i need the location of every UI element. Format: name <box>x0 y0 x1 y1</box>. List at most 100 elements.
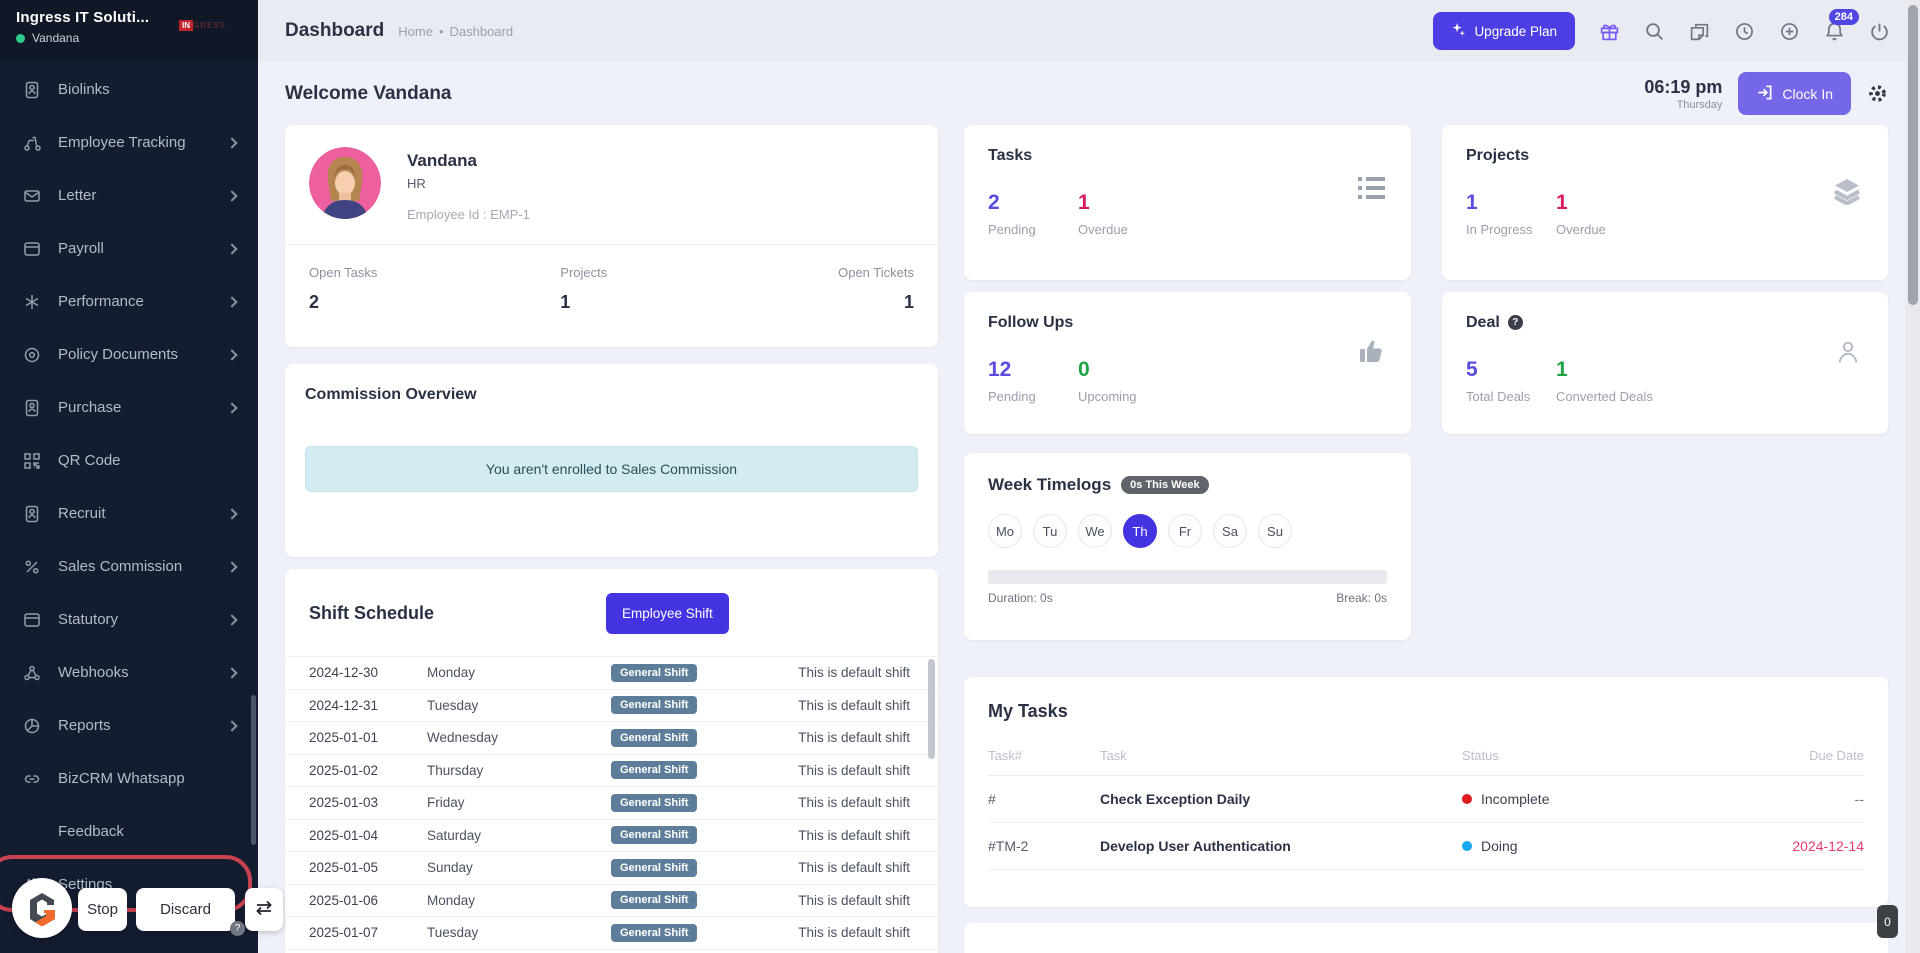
day-we[interactable]: We <box>1078 514 1112 548</box>
sidebar-item-performance[interactable]: Performance <box>0 275 258 328</box>
gift-icon[interactable] <box>1599 21 1620 42</box>
profile-role: HR <box>407 176 530 191</box>
shift-schedule-title: Shift Schedule <box>309 603 434 624</box>
sidebar-item-employee-tracking[interactable]: Employee Tracking <box>0 116 258 169</box>
shift-type-badge: General Shift <box>611 664 697 682</box>
recorder-help-icon[interactable]: ? <box>230 921 245 936</box>
shift-row: 2025-01-05SundayGeneral ShiftThis is def… <box>285 851 938 884</box>
notification-count-badge: 284 <box>1829 9 1859 25</box>
shift-row: 2025-01-01WednesdayGeneral ShiftThis is … <box>285 721 938 754</box>
projects-card: Projects 1 In Progress 1 Overdue <box>1442 125 1888 280</box>
hexagon-g-logo <box>24 890 60 926</box>
sidebar-item-biolinks[interactable]: Biolinks <box>0 63 258 116</box>
topbar: Dashboard Home • Dashboard Upgrade Plan … <box>258 0 1920 62</box>
clock-in-button[interactable]: Clock In <box>1738 72 1851 115</box>
deal-card: Deal? 5 Total Deals 1 Converted Deals <box>1442 292 1888 434</box>
pie-chart-icon <box>22 716 42 736</box>
sidebar-header[interactable]: Ingress IT Soluti... Vandana IN GRESS <box>0 0 258 60</box>
my-tasks-title: My Tasks <box>988 701 1864 722</box>
day-sa[interactable]: Sa <box>1213 514 1247 548</box>
page-scrollbar-thumb[interactable] <box>1908 5 1918 305</box>
sidebar-item-letter[interactable]: Letter <box>0 169 258 222</box>
link-icon <box>22 769 42 789</box>
deal-converted-value: 1 <box>1556 358 1653 382</box>
chevron-right-icon <box>226 243 237 254</box>
sidebar-item-purchase[interactable]: Purchase <box>0 381 258 434</box>
avatar <box>309 147 381 219</box>
followups-card: Follow Ups 12 Pending 0 Upcoming <box>964 292 1411 434</box>
chevron-right-icon <box>226 561 237 572</box>
open-tickets-stat: Open Tickets 1 <box>838 265 914 313</box>
breadcrumb-current: Dashboard <box>450 24 514 39</box>
counter-tab[interactable]: 0 <box>1877 905 1898 938</box>
day-su[interactable]: Su <box>1258 514 1292 548</box>
day-th-active[interactable]: Th <box>1123 514 1157 548</box>
followups-upcoming-value: 0 <box>1078 358 1168 382</box>
shift-row: 2025-01-03FridayGeneral ShiftThis is def… <box>285 786 938 819</box>
dashboard-settings-gear-icon[interactable] <box>1867 83 1888 104</box>
day-fr[interactable]: Fr <box>1168 514 1202 548</box>
sidebar-item-qr-code[interactable]: QR Code <box>0 434 258 487</box>
task-row[interactable]: #TM-2 Develop User Authentication Doing … <box>988 823 1864 870</box>
power-icon[interactable] <box>1869 21 1890 42</box>
commission-title: Commission Overview <box>305 386 918 404</box>
open-tasks-stat: Open Tasks 2 <box>309 265 377 313</box>
window-icon <box>22 239 42 259</box>
projects-inprogress-value: 1 <box>1466 191 1556 215</box>
day-tu[interactable]: Tu <box>1033 514 1067 548</box>
shift-scrollbar-thumb[interactable] <box>928 659 935 759</box>
sidebar-item-sales-commission[interactable]: Sales Commission <box>0 540 258 593</box>
sidebar-item-feedback[interactable]: Feedback <box>0 805 258 858</box>
status-dot <box>1462 794 1472 804</box>
bell-icon[interactable]: 284 <box>1824 21 1845 42</box>
break-label: Break: 0s <box>1336 591 1387 605</box>
shift-row: 2025-01-06MondayGeneral ShiftThis is def… <box>285 884 938 917</box>
profile-card: Vandana HR Employee Id : EMP-1 Open Task… <box>285 125 938 347</box>
discard-button[interactable]: Discard <box>136 888 235 931</box>
sidebar-item-webhooks[interactable]: Webhooks <box>0 646 258 699</box>
search-icon[interactable] <box>1644 21 1665 42</box>
shift-schedule-card: Shift Schedule Employee Shift 2024-12-30… <box>285 569 938 953</box>
envelope-icon <box>22 186 42 206</box>
sidebar-nav: Biolinks Employee Tracking Letter Payrol… <box>0 60 258 911</box>
sidebar-item-reports[interactable]: Reports <box>0 699 258 752</box>
sidebar-item-bizcrm-whatsapp[interactable]: BizCRM Whatsapp <box>0 752 258 805</box>
sidebar-scrollbar-thumb[interactable] <box>251 695 256 845</box>
chevron-right-icon <box>226 720 237 731</box>
swap-button[interactable] <box>245 888 283 931</box>
shift-type-badge: General Shift <box>611 794 697 812</box>
employee-id: Employee Id : EMP-1 <box>407 207 530 222</box>
sparkle-icon <box>1451 22 1466 40</box>
page-scrollbar-track[interactable] <box>1906 0 1920 953</box>
timelog-progress-bar <box>988 570 1387 584</box>
sidebar-item-policy-documents[interactable]: Policy Documents <box>0 328 258 381</box>
employee-shift-button[interactable]: Employee Shift <box>606 593 729 634</box>
id-card-icon <box>22 80 42 100</box>
clock-icon[interactable] <box>1734 21 1755 42</box>
swap-arrows-icon <box>254 899 274 921</box>
target-icon <box>22 345 42 365</box>
day-mo[interactable]: Mo <box>988 514 1022 548</box>
sidebar-item-recruit[interactable]: Recruit <box>0 487 258 540</box>
notes-icon[interactable] <box>1689 21 1710 42</box>
recorder-logo[interactable] <box>12 878 72 938</box>
breadcrumb-home[interactable]: Home <box>398 24 433 39</box>
stop-button[interactable]: Stop <box>78 888 127 931</box>
deal-total-value: 5 <box>1466 358 1556 382</box>
shift-row: 2024-12-31TuesdayGeneral ShiftThis is de… <box>285 689 938 722</box>
status-dot <box>1462 841 1472 851</box>
plus-circle-icon[interactable] <box>1779 21 1800 42</box>
sidebar-item-payroll[interactable]: Payroll <box>0 222 258 275</box>
breadcrumb-separator: • <box>439 24 444 39</box>
my-tasks-table: Task# Task Status Due Date # Check Excep… <box>988 740 1864 870</box>
shift-row: 2025-01-07TuesdayGeneral ShiftThis is de… <box>285 916 938 949</box>
upgrade-plan-button[interactable]: Upgrade Plan <box>1433 12 1575 50</box>
task-row[interactable]: # Check Exception Daily Incomplete -- <box>988 776 1864 823</box>
person-icon <box>1834 338 1862 371</box>
partial-bottom-card <box>964 923 1888 953</box>
window-icon <box>22 610 42 630</box>
layers-icon <box>1832 177 1862 210</box>
sidebar-item-statutory[interactable]: Statutory <box>0 593 258 646</box>
chevron-right-icon <box>226 190 237 201</box>
deal-help-icon[interactable]: ? <box>1508 315 1523 330</box>
